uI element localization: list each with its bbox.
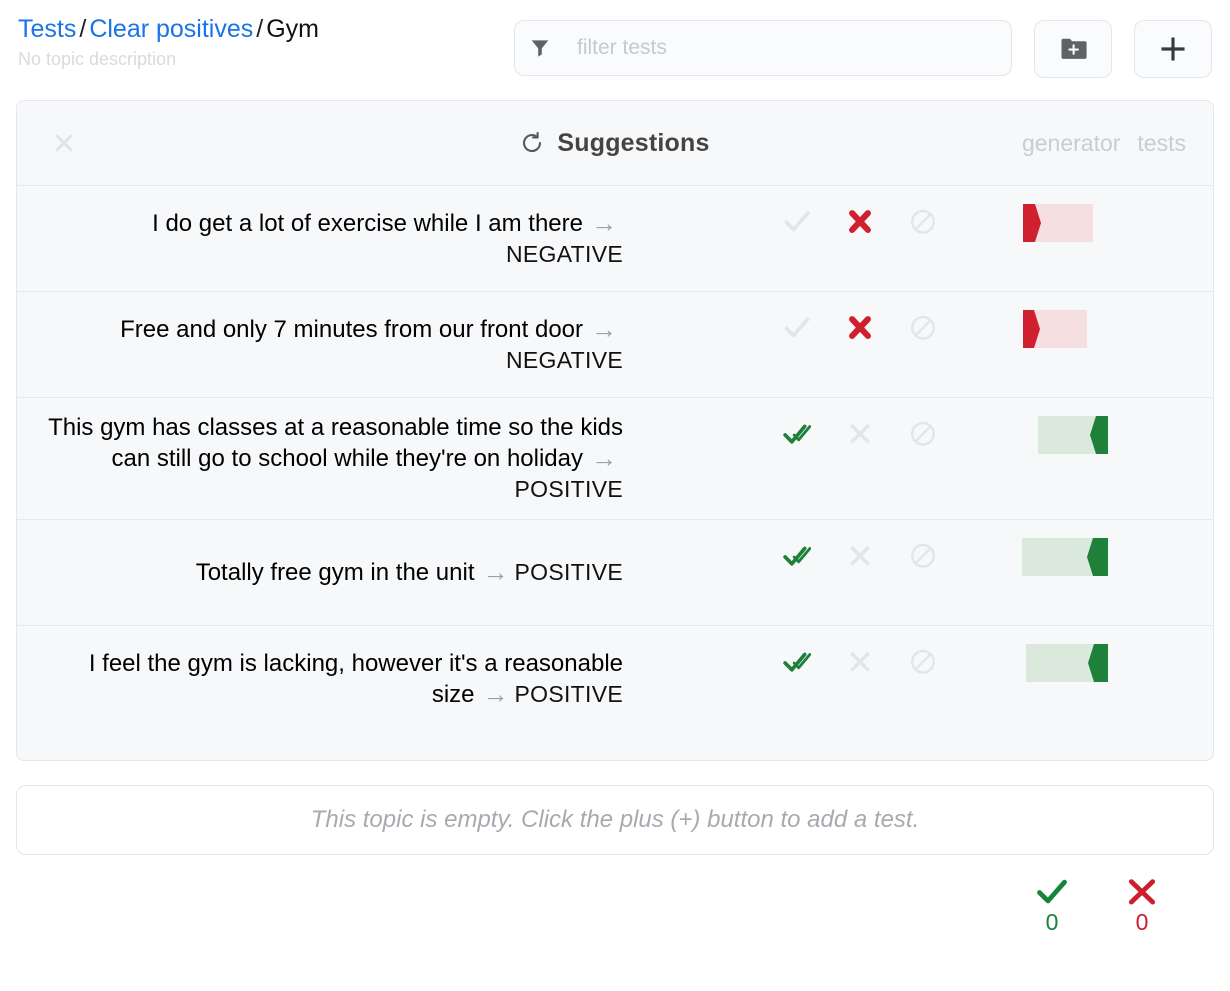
refresh-icon[interactable] — [520, 131, 544, 155]
ban-icon[interactable] — [909, 542, 937, 570]
footer-counters: 0 0 — [0, 855, 1230, 935]
reject-icon[interactable] — [846, 208, 874, 236]
row-actions — [783, 186, 1013, 236]
empty-topic-box[interactable]: This topic is empty. Click the plus (+) … — [16, 785, 1214, 855]
row-actions — [783, 292, 1013, 342]
breadcrumb: Tests/Clear positives/Gym — [18, 14, 319, 44]
reject-icon[interactable] — [846, 420, 874, 448]
ban-icon[interactable] — [909, 420, 937, 448]
verdict-label: POSITIVE — [515, 476, 623, 502]
breadcrumb-item-clear-positives[interactable]: Clear positives — [89, 15, 253, 43]
table-row[interactable]: Free and only 7 minutes from our front d… — [17, 292, 1213, 398]
suggestion-text: Free and only 7 minutes from our front d… — [120, 316, 583, 343]
score-bar — [1023, 204, 1093, 242]
arrow-right-icon: → — [591, 314, 617, 345]
accept-icon[interactable] — [783, 648, 811, 676]
arrow-right-icon: → — [591, 443, 617, 474]
score-bar — [1022, 538, 1108, 576]
verdict-label: POSITIVE — [515, 559, 623, 585]
filter-tests-box[interactable] — [514, 20, 1012, 76]
verdict-label: POSITIVE — [515, 681, 623, 707]
check-icon — [1036, 877, 1068, 907]
score-bar — [1026, 644, 1108, 682]
suggestions-panel: Suggestions generator tests I do get a l… — [16, 100, 1214, 761]
page-header: Tests/Clear positives/Gym No topic descr… — [0, 0, 1230, 74]
pass-count: 0 — [1046, 909, 1059, 935]
table-row[interactable]: This gym has classes at a reasonable tim… — [17, 398, 1213, 520]
suggestion-text: I do get a lot of exercise while I am th… — [152, 210, 583, 237]
ban-icon[interactable] — [909, 314, 937, 342]
row-actions — [783, 398, 1013, 448]
score-bar-cell — [1013, 398, 1213, 454]
suggestion-text: This gym has classes at a reasonable tim… — [48, 414, 623, 472]
score-bar-cell — [1013, 186, 1213, 242]
new-folder-button[interactable] — [1034, 20, 1112, 78]
table-row[interactable]: I feel the gym is lacking, however it's … — [17, 626, 1213, 732]
arrow-right-icon: → — [483, 679, 509, 710]
score-bar — [1023, 310, 1087, 348]
breadcrumb-item-gym: Gym — [266, 15, 319, 43]
header-controls — [514, 12, 1212, 78]
suggestions-rows: I do get a lot of exercise while I am th… — [17, 186, 1213, 732]
reject-icon[interactable] — [846, 542, 874, 570]
breadcrumb-item-tests[interactable]: Tests — [18, 15, 76, 43]
arrow-right-icon: → — [483, 557, 509, 588]
suggestions-header: Suggestions generator tests — [17, 101, 1213, 186]
column-header-generator: generator — [1022, 130, 1120, 157]
fail-counter[interactable]: 0 — [1126, 877, 1158, 935]
row-actions — [783, 520, 1013, 570]
verdict-label: NEGATIVE — [506, 241, 623, 267]
breadcrumb-separator: / — [256, 15, 263, 43]
topic-description[interactable]: No topic description — [18, 47, 319, 71]
suggestion-text-cell: Totally free gym in the unit →POSITIVE — [17, 543, 623, 602]
funnel-icon — [531, 39, 549, 57]
panel-bottom-spacer — [17, 732, 1213, 760]
pass-counter[interactable]: 0 — [1036, 877, 1068, 935]
score-bar-cell — [1013, 520, 1213, 576]
accept-icon[interactable] — [783, 314, 811, 342]
reject-icon[interactable] — [846, 648, 874, 676]
score-bar — [1038, 416, 1108, 454]
suggestion-text-cell: I do get a lot of exercise while I am th… — [17, 194, 623, 284]
score-bar-cell — [1013, 626, 1213, 682]
ban-icon[interactable] — [909, 648, 937, 676]
accept-icon[interactable] — [783, 208, 811, 236]
suggestion-text-cell: I feel the gym is lacking, however it's … — [17, 634, 623, 724]
add-test-button[interactable] — [1134, 20, 1212, 78]
row-actions — [783, 626, 1013, 676]
fail-count: 0 — [1136, 909, 1149, 935]
suggestion-text: Totally free gym in the unit — [196, 559, 475, 586]
arrow-right-icon: → — [591, 208, 617, 239]
plus-icon — [1160, 36, 1186, 62]
ban-icon[interactable] — [909, 208, 937, 236]
breadcrumb-wrap: Tests/Clear positives/Gym No topic descr… — [18, 12, 319, 71]
close-icon[interactable] — [53, 132, 75, 154]
reject-icon[interactable] — [846, 314, 874, 342]
suggestion-text-cell: Free and only 7 minutes from our front d… — [17, 300, 623, 390]
accept-icon[interactable] — [783, 420, 811, 448]
suggestions-columns: generator tests — [1022, 130, 1213, 157]
table-row[interactable]: I do get a lot of exercise while I am th… — [17, 186, 1213, 292]
score-bar-cell — [1013, 292, 1213, 348]
table-row[interactable]: Totally free gym in the unit →POSITIVE — [17, 520, 1213, 626]
empty-topic-message: This topic is empty. Click the plus (+) … — [311, 806, 920, 834]
suggestion-text-cell: This gym has classes at a reasonable tim… — [17, 398, 623, 519]
breadcrumb-separator: / — [79, 15, 86, 43]
search-input[interactable] — [575, 35, 995, 61]
accept-icon[interactable] — [783, 542, 811, 570]
folder-plus-icon — [1060, 37, 1087, 61]
page-title: Suggestions — [557, 129, 709, 158]
verdict-label: NEGATIVE — [506, 347, 623, 373]
x-icon — [1126, 877, 1158, 907]
column-header-tests: tests — [1137, 130, 1186, 157]
